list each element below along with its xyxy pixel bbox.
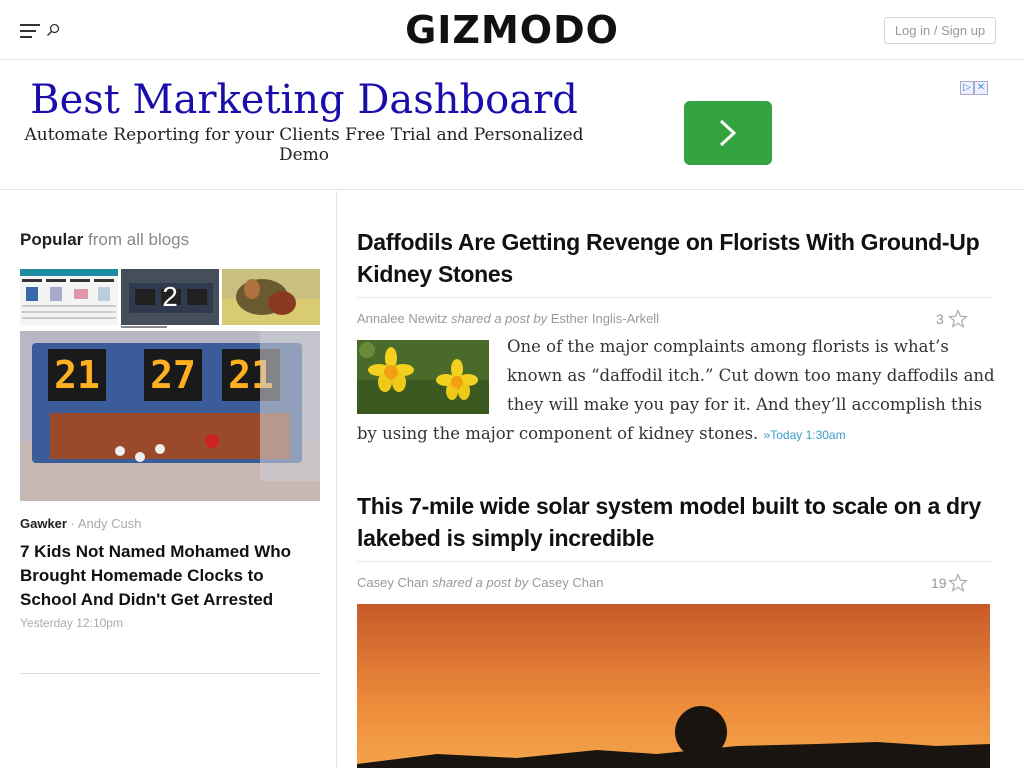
reply-count: 3 — [936, 311, 944, 327]
post-title[interactable]: Daffodils Are Getting Revenge on Florist… — [357, 226, 991, 290]
author-link[interactable]: Casey Chan — [357, 575, 429, 590]
thumbnail-active-indicator — [121, 326, 167, 328]
thumbnail-3[interactable] — [222, 269, 320, 325]
post-excerpt: One of the major complaints among floris… — [357, 332, 997, 450]
login-signup-button[interactable]: Log in / Sign up — [884, 17, 996, 44]
sidebar-divider — [20, 673, 320, 674]
original-author-link[interactable]: Casey Chan — [532, 575, 604, 590]
post-divider — [357, 297, 991, 298]
ad-info-icon[interactable]: ▷ — [960, 81, 974, 95]
popular-heading: Popular from all blogs — [20, 230, 189, 250]
popular-thumbnails: 2 — [20, 269, 320, 327]
popular-label: Popular — [20, 230, 84, 249]
ad-title[interactable]: Best Marketing Dashboard — [24, 77, 584, 123]
shared-text: shared a post by — [432, 575, 529, 590]
star-icon[interactable] — [948, 309, 968, 329]
post-title[interactable]: This 7-mile wide solar system model buil… — [357, 490, 991, 554]
popular-hero-image[interactable]: 21 27 21 — [20, 331, 320, 501]
popular-post-time[interactable]: Yesterday 12:10pm — [20, 616, 123, 630]
ad-close-icon[interactable]: ✕ — [974, 81, 988, 95]
author-name[interactable]: Andy Cush — [78, 516, 142, 531]
post-byline: Casey Chan shared a post by Casey Chan — [357, 575, 603, 590]
star-icon[interactable] — [948, 573, 968, 593]
shared-text: shared a post by — [450, 311, 548, 326]
post-divider — [357, 561, 991, 562]
svg-text:27: 27 — [150, 353, 196, 397]
thumbnail-1[interactable] — [20, 269, 118, 325]
popular-post-headline[interactable]: 7 Kids Not Named Mohamed Who Brought Hom… — [20, 540, 320, 612]
column-divider — [336, 191, 337, 768]
site-header: GIZMODO Log in / Sign up — [0, 0, 1024, 60]
thumbnail-number: 2 — [162, 281, 178, 312]
ad-subtitle: Automate Reporting for your Clients Free… — [24, 125, 584, 165]
ad-banner[interactable]: Best Marketing Dashboard Automate Report… — [0, 61, 1024, 190]
post-time-link[interactable]: »Today 1:30am — [764, 428, 846, 442]
post-featured-image[interactable] — [357, 604, 990, 768]
reply-count: 19 — [931, 575, 947, 591]
ad-choices-icon[interactable]: ▷ ✕ — [960, 81, 991, 96]
post-byline: Annalee Newitz shared a post by Esther I… — [357, 311, 659, 326]
original-author-link[interactable]: Esther Inglis-Arkell — [551, 311, 659, 326]
popular-post-meta: Gawker · Andy Cush — [20, 516, 142, 531]
site-logo[interactable]: GIZMODO — [0, 8, 1024, 52]
blog-name[interactable]: Gawker — [20, 516, 67, 531]
svg-text:21: 21 — [54, 353, 100, 397]
thumbnail-2[interactable]: 2 — [121, 269, 219, 325]
popular-suffix: from all blogs — [88, 230, 190, 249]
ad-go-button[interactable] — [684, 101, 772, 165]
author-link[interactable]: Annalee Newitz — [357, 311, 447, 326]
